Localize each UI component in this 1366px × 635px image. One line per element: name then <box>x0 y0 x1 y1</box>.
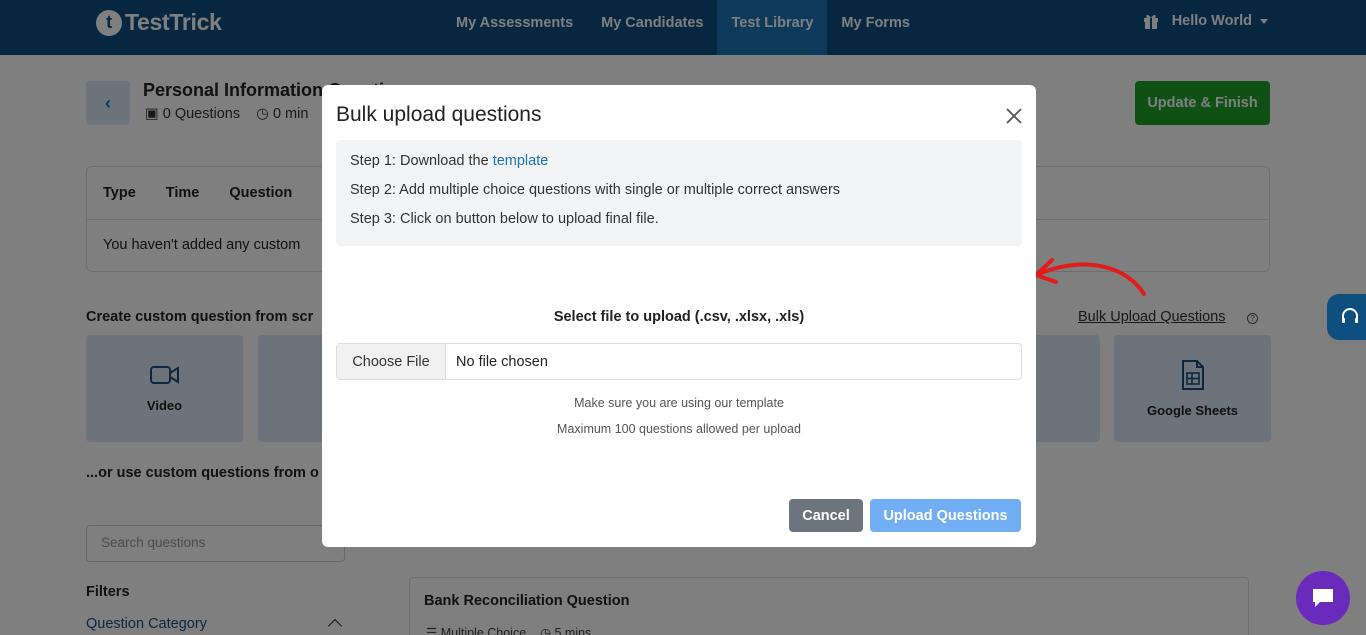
file-input[interactable]: Choose File No file chosen <box>336 343 1022 380</box>
modal-title: Bulk upload questions <box>336 103 542 126</box>
chat-icon <box>1313 589 1333 607</box>
limit-hint: Maximum 100 questions allowed per upload <box>557 422 801 436</box>
choose-file-button[interactable]: Choose File <box>337 344 446 379</box>
upload-label: Select file to upload (.csv, .xlsx, .xls… <box>553 309 805 325</box>
file-status: No file chosen <box>456 353 548 370</box>
arrow-annotation <box>1034 258 1146 296</box>
bulk-upload-modal: Bulk upload questions Step 1: Download t… <box>322 85 1036 547</box>
step-3: Step 3: Click on button below to upload … <box>350 211 659 227</box>
step-1: Step 1: Download the template <box>350 153 1008 182</box>
step-1-text: Step 1: Download the <box>350 153 493 169</box>
step-2: Step 2: Add multiple choice questions wi… <box>350 182 841 198</box>
template-link[interactable]: template <box>493 153 549 169</box>
headset-icon <box>1341 308 1358 323</box>
cancel-button[interactable]: Cancel <box>789 499 863 532</box>
upload-questions-button[interactable]: Upload Questions <box>870 499 1021 532</box>
upload-steps: Step 1: Download the template Step 2: Ad… <box>336 140 1022 246</box>
chat-button[interactable] <box>1296 571 1350 625</box>
close-icon[interactable] <box>1005 107 1023 125</box>
template-hint: Make sure you are using our template <box>574 396 784 410</box>
support-widget[interactable] <box>1327 294 1366 340</box>
